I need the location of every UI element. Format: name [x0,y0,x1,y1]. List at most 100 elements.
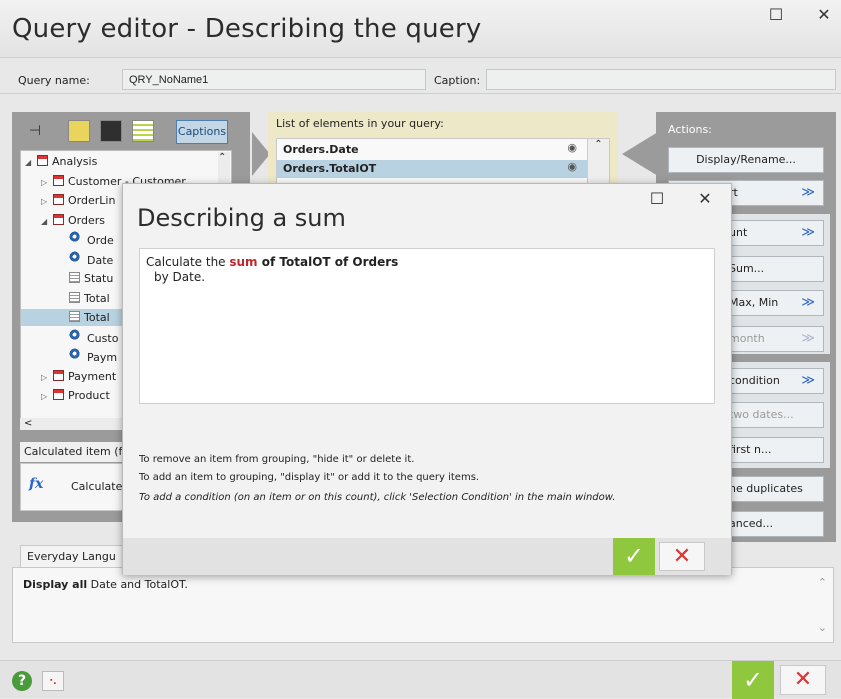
describing-a-sum-dialog: Describing a sum ☐ ✕ Calculate the sum o… [122,183,732,575]
line1-of: of [257,255,280,269]
list-item-label: Orders.TotalOT [283,162,377,175]
eye-icon[interactable]: ◉ [567,141,577,154]
expand-icon: ≫ [801,331,815,346]
query-description: Display all Date and TotalOT. ⌃ ⌄ [12,567,834,643]
actions-title: Actions: [668,123,712,136]
expander-icon[interactable]: ▷ [41,193,53,210]
expander-icon[interactable]: ▷ [41,369,53,386]
minimize-button[interactable]: ☐ [762,4,790,26]
collapse-tree-icon[interactable]: ⊣ [24,120,46,142]
sum-keyword: sum [229,255,258,269]
help-icon[interactable]: ? [12,671,32,691]
action-label: Sum... [729,262,765,275]
tree-item-label: Orders [68,213,105,227]
table-icon [53,369,64,381]
dialog-minimize-button[interactable]: ☐ [643,188,671,210]
expand-icon: ≫ [801,225,815,240]
eye-icon[interactable]: ◉ [567,160,577,173]
scroll-up-icon[interactable]: ⌃ [818,576,827,589]
list-item[interactable]: Orders.TotalOT ◉ [277,160,587,178]
line1-subject: TotalOT of Orders [279,255,399,269]
key-icon [69,328,83,343]
field-icon [69,272,80,283]
tree-item-label: Paym [87,351,118,364]
action-label: anced... [729,517,773,530]
expander-icon[interactable]: ◢ [25,154,37,171]
list-item[interactable]: Orders.Date ◉ [277,141,587,159]
caption-label: Caption: [434,74,481,87]
ok-button[interactable]: ✓ [732,661,774,699]
function-icon: fx [29,476,44,492]
scroll-down-icon[interactable]: ⌄ [818,621,827,634]
table-icon [53,389,64,400]
hint-remove: To remove an item from grouping, "hide i… [139,454,415,465]
action-label: Display/Rename... [696,153,796,166]
hint-add: To add an item to grouping, "display it"… [139,472,480,483]
query-name-field[interactable] [122,69,426,90]
list-view-icon[interactable] [132,120,154,142]
description-line-1: Calculate the sum of TotalOT of Orders [146,255,708,270]
action-label: condition [729,374,780,387]
scroll-up-icon[interactable]: ⌃ [218,152,226,163]
tree-item-label: Total [84,291,110,305]
hint-condition: To add a condition (on an item or on thi… [139,492,616,503]
tree-item-label: OrderLin [68,194,116,207]
expand-icon: ≫ [801,295,815,310]
analysis-icon [37,155,48,166]
action-label: two dates... [729,408,794,421]
expander-icon[interactable]: ◢ [41,213,53,230]
display-rename-button[interactable]: Display/Rename... [668,147,824,173]
close-button[interactable]: ✕ [810,4,838,26]
field-icon [69,311,80,322]
tree-item-label: Product [68,389,110,402]
tree-item-label: Payment [68,369,117,383]
dialog-close-button[interactable]: ✕ [691,188,719,210]
description-text: Date and TotalOT. [87,578,188,591]
cancel-button[interactable]: ✕ [780,665,826,695]
query-name-row: Query name: Caption: [0,66,841,94]
expander-icon[interactable]: ▷ [41,174,53,191]
table-icon [53,194,64,205]
dialog-footer: ✓ ✕ [123,538,731,575]
tree-item[interactable]: ◢ Analysis [21,153,217,170]
key-icon [69,231,83,245]
key-icon [69,250,83,265]
tree-item-label: Orde [87,234,114,247]
list-item-label: Orders.Date [283,143,359,156]
expand-icon: ≫ [801,373,815,388]
action-label: he duplicates [729,482,803,495]
dialog-title: Describing a sum [137,204,346,232]
calculated-item[interactable]: Calculate [71,480,122,493]
field-icon [69,291,80,303]
expand-icon: ≫ [801,185,815,200]
expander-icon[interactable]: ▷ [41,388,53,405]
table-icon [53,213,64,225]
tree-item-label: Total [84,311,110,324]
description-line-2: by Date. [154,270,206,284]
folder-view-icon[interactable] [100,120,122,142]
tree-item-label: Date [87,253,114,267]
tree-view-icon[interactable] [68,120,90,142]
actions-arrow [622,132,658,176]
action-label: Max, Min [729,296,779,309]
title-bar: Query editor - Describing the query ☐ ✕ [0,0,841,58]
diagram-icon[interactable]: ⠢ [42,671,64,691]
list-title: List of elements in your query: [276,117,444,130]
dialog-ok-button[interactable]: ✓ [613,538,655,575]
table-icon [53,174,64,186]
caption-field[interactable] [486,69,836,90]
sum-description: Calculate the sum of TotalOT of Orders b… [139,248,715,404]
action-label: month [729,332,765,345]
line1-prefix: Calculate the [146,255,230,269]
query-name-label: Query name: [18,74,90,87]
tab-everyday-language[interactable]: Everyday Langu [20,545,128,567]
captions-button[interactable]: Captions [176,120,228,144]
key-icon [69,348,83,362]
dialog-cancel-button[interactable]: ✕ [659,542,705,571]
action-label: first n... [729,443,772,456]
tree-item-label: Statu [84,272,114,285]
description-bold: Display all [23,578,88,591]
tree-item-label: Custo [87,331,119,345]
window-title: Query editor - Describing the query [12,14,482,44]
bottom-bar: ? ⠢ ✓ ✕ [0,660,841,699]
